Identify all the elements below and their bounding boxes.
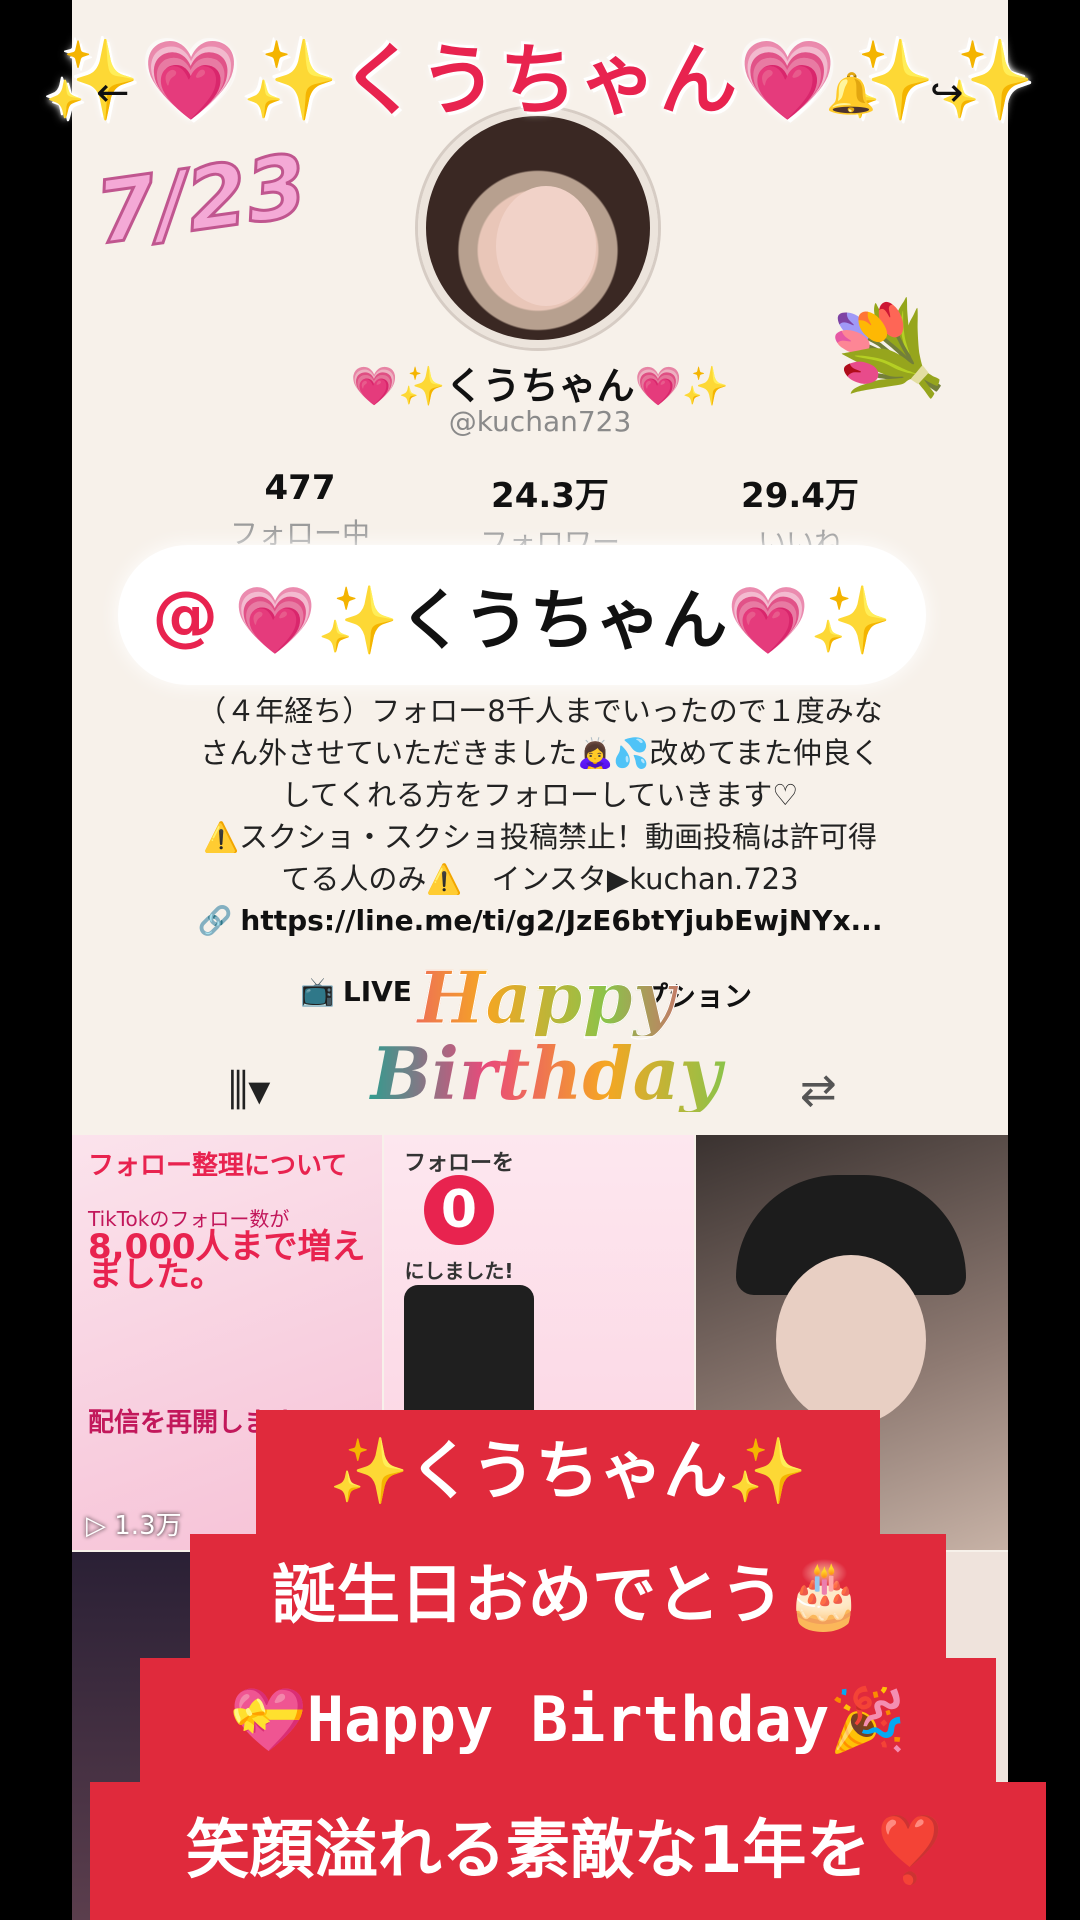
ribbon-birthday-jp: 誕生日おめでとう🎂: [190, 1534, 946, 1658]
sticker-line-happy: Happy: [366, 959, 726, 1036]
sticker-line-birthday: Birthday: [366, 1036, 726, 1112]
bio-line: ⚠️スクショ・スクショ投稿禁止！動画投稿は許可得: [202, 820, 878, 854]
avatar[interactable]: [418, 108, 658, 348]
bio: （４年経ち）フォロー8千人までいったので１度みな さん外させていただきました🙇‍…: [160, 690, 920, 900]
link-icon: 🔗: [197, 904, 233, 937]
tile-zero: 0: [424, 1175, 494, 1245]
videos-tab-icon[interactable]: ⫼▾: [228, 1065, 270, 1116]
bio-line: さん外させていただきました🙇‍♀️💦改めてまた仲良く: [200, 736, 880, 770]
stat-value: 477: [264, 468, 336, 508]
display-name: 💗✨くうちゃん💗✨: [350, 364, 730, 408]
bio-line: てる人のみ⚠️ インスタ▶kuchan.723: [281, 862, 799, 896]
tile-heading: フォローを: [403, 1151, 514, 1176]
bio-line: してくれる方をフォローしていきます♡: [281, 778, 799, 812]
avatar-face: [496, 186, 596, 306]
repost-tab-icon[interactable]: ⇄: [800, 1065, 837, 1116]
stat-value: 29.4万: [741, 476, 859, 516]
live-tv-icon: 📺: [300, 975, 335, 1008]
share-icon[interactable]: ↪: [930, 70, 964, 116]
back-arrow-icon[interactable]: ←: [96, 70, 130, 116]
name-pill-text: 💗✨くうちゃん💗✨: [234, 582, 892, 659]
tile-heading: フォロー整理について: [88, 1151, 348, 1181]
name-pill: @ 💗✨くうちゃん💗✨: [118, 545, 926, 685]
handle: @kuchan723: [448, 405, 632, 438]
ribbon-happy-birthday: 💝Happy Birthday🎉: [140, 1658, 996, 1782]
bell-icon[interactable]: 🔔: [826, 70, 876, 117]
at-sign: @: [152, 576, 219, 654]
ribbon-name: ✨くうちゃん✨: [256, 1410, 880, 1534]
profile-link[interactable]: 🔗 https://line.me/ti/g2/JzE6btYjubEwjNYx.…: [0, 904, 1080, 937]
face-shape: [776, 1255, 926, 1425]
tile-number: 8,000人まで増えました。: [88, 1227, 366, 1295]
tile-body: TikTokのフォロー数が 8,000人まで増えました。 配信を再開します！: [88, 1205, 368, 1437]
title-banner: ✨💗✨くうちゃん💗✨✨: [43, 36, 1037, 126]
happy-birthday-sticker: Happy Birthday: [366, 959, 726, 1112]
view-count: ▷ 1.3万: [86, 1511, 182, 1541]
ribbon-wish: 笑顔溢れる素敵な1年を❣️: [90, 1782, 1046, 1920]
tile-sub: にしました!: [404, 1259, 514, 1283]
link-text: https://line.me/ti/g2/JzE6btYjubEwjNYx..…: [240, 904, 883, 937]
bio-line: （４年経ち）フォロー8千人までいったので１度みな: [197, 694, 883, 728]
stat-value: 24.3万: [491, 476, 609, 516]
